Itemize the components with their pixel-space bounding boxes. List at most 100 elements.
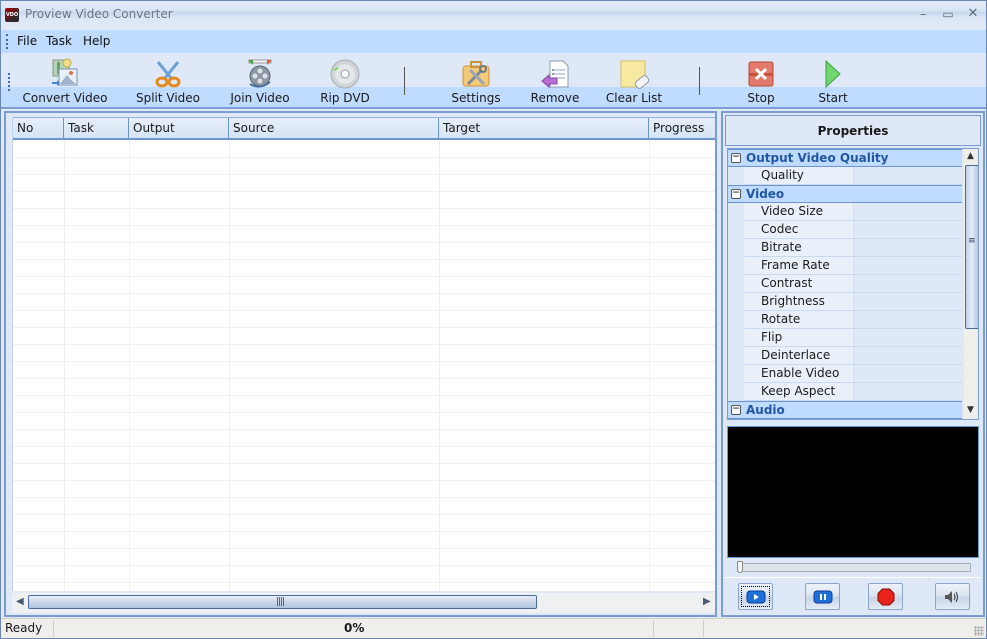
- toolbar-grip-handle[interactable]: [8, 73, 10, 91]
- scroll-down-arrow-icon[interactable]: ▼: [967, 405, 974, 415]
- scroll-right-arrow-icon[interactable]: ▶: [703, 596, 711, 607]
- split-video-button[interactable]: Split Video: [131, 55, 205, 105]
- horizontal-scrollbar[interactable]: ◀ |||| ▶: [12, 593, 715, 613]
- property-row[interactable]: Bitrate: [744, 239, 962, 257]
- speaker-icon: [944, 590, 958, 603]
- property-row[interactable]: Codec: [744, 221, 962, 239]
- status-bar: Ready 0%: [1, 618, 986, 638]
- column-header-no[interactable]: No: [13, 118, 64, 139]
- volume-button[interactable]: [935, 583, 970, 610]
- property-name: Quality: [744, 167, 854, 184]
- settings-tools-icon: [462, 61, 490, 87]
- grid-row-divider: [13, 480, 715, 481]
- start-button[interactable]: Start: [811, 55, 855, 105]
- stop-button[interactable]: Stop: [739, 55, 783, 105]
- close-button[interactable]: ✕: [963, 5, 983, 23]
- property-row[interactable]: Frame Rate: [744, 257, 962, 275]
- property-value[interactable]: [855, 167, 962, 184]
- convert-video-button[interactable]: Convert Video: [21, 55, 109, 105]
- grid-row-divider: [13, 157, 715, 158]
- player-stop-button[interactable]: [868, 583, 903, 610]
- rip-dvd-button[interactable]: Rip DVD: [315, 55, 375, 105]
- grid-row-divider: [13, 208, 715, 209]
- property-value[interactable]: [855, 329, 962, 346]
- seek-slider-track[interactable]: [737, 563, 971, 572]
- pause-button[interactable]: [805, 583, 840, 610]
- play-button[interactable]: [738, 583, 773, 610]
- grid-row-divider: [13, 582, 715, 583]
- maximize-button[interactable]: ▭: [938, 5, 958, 23]
- column-header-target[interactable]: Target: [439, 118, 649, 139]
- menubar-grip-handle[interactable]: [6, 34, 8, 49]
- property-value[interactable]: [855, 311, 962, 328]
- property-row[interactable]: Flip: [744, 329, 962, 347]
- scroll-up-arrow-icon[interactable]: ▲: [967, 151, 974, 161]
- property-value[interactable]: [855, 257, 962, 274]
- property-row[interactable]: Brightness: [744, 293, 962, 311]
- property-row[interactable]: Rotate: [744, 311, 962, 329]
- property-name: Bitrate: [744, 239, 854, 256]
- grid-row-divider: [13, 395, 715, 396]
- status-separator: [653, 620, 654, 637]
- collapse-toggle-icon[interactable]: −: [731, 405, 741, 415]
- grid-row-divider: [13, 225, 715, 226]
- property-row[interactable]: Deinterlace: [744, 347, 962, 365]
- collapse-toggle-icon[interactable]: −: [731, 153, 741, 163]
- remove-button[interactable]: Remove: [527, 55, 583, 105]
- properties-panel: Properties ▲ ≡ ▼ − Output Video Quality Qu…: [721, 111, 985, 617]
- column-header-output[interactable]: Output: [129, 118, 229, 139]
- settings-button[interactable]: Settings: [446, 55, 506, 105]
- column-header-progress[interactable]: Progress: [649, 118, 715, 139]
- app-logo-icon: VDO: [5, 8, 19, 22]
- properties-title: Properties: [725, 115, 981, 146]
- property-row[interactable]: Quality: [744, 167, 962, 185]
- title-bar: VDO Proview Video Converter – ▭ ✕: [1, 1, 986, 29]
- scroll-grip-icon: ≡: [968, 236, 976, 246]
- grid-row-divider: [13, 327, 715, 328]
- property-value[interactable]: [855, 203, 962, 220]
- property-row[interactable]: Enable Video: [744, 365, 962, 383]
- property-value[interactable]: [855, 365, 962, 382]
- toolbar: Convert Video Split Video Join Video Rip…: [1, 53, 986, 107]
- menu-help[interactable]: Help: [83, 34, 110, 48]
- property-value[interactable]: [855, 239, 962, 256]
- menu-file[interactable]: File: [17, 34, 37, 48]
- grid-row-divider: [13, 344, 715, 345]
- property-name: Video Size: [744, 203, 854, 220]
- horizontal-scroll-thumb[interactable]: ||||: [28, 595, 537, 609]
- column-header-source[interactable]: Source: [229, 118, 439, 139]
- property-vertical-scrollbar[interactable]: ▲ ≡ ▼: [964, 149, 978, 419]
- resize-grip-icon[interactable]: [974, 626, 984, 636]
- property-value[interactable]: [855, 293, 962, 310]
- property-name: Flip: [744, 329, 854, 346]
- property-row[interactable]: Contrast: [744, 275, 962, 293]
- property-value[interactable]: [855, 383, 962, 400]
- scroll-left-arrow-icon[interactable]: ◀: [16, 596, 24, 607]
- minimize-button[interactable]: –: [913, 5, 933, 23]
- property-value[interactable]: [855, 221, 962, 238]
- property-row[interactable]: Keep Aspect: [744, 383, 962, 401]
- property-value[interactable]: [855, 347, 962, 364]
- property-category[interactable]: − Audio: [728, 401, 962, 419]
- column-header-task[interactable]: Task: [64, 118, 129, 139]
- property-name: Contrast: [744, 275, 854, 292]
- stop-label: Stop: [747, 91, 775, 105]
- grid-row-divider: [13, 276, 715, 277]
- property-category[interactable]: − Output Video Quality: [728, 149, 962, 167]
- task-list-grid[interactable]: No Task Output Source Target Progress: [12, 117, 715, 591]
- seek-slider-thumb[interactable]: [737, 561, 743, 573]
- property-value[interactable]: [855, 275, 962, 292]
- app-window: VDO Proview Video Converter – ▭ ✕ File T…: [0, 0, 987, 639]
- property-row[interactable]: Video Size: [744, 203, 962, 221]
- clear-list-button[interactable]: Clear List: [601, 55, 667, 105]
- menu-task[interactable]: Task: [46, 34, 72, 48]
- grid-row-divider: [13, 259, 715, 260]
- convert-video-label: Convert Video: [22, 91, 108, 105]
- grid-row-divider: [13, 242, 715, 243]
- join-video-button[interactable]: Join Video: [225, 55, 295, 105]
- property-category[interactable]: − Video: [728, 185, 962, 203]
- property-scroll-thumb[interactable]: ≡: [965, 165, 978, 329]
- collapse-toggle-icon[interactable]: −: [731, 189, 741, 199]
- stop-octagon-icon: [877, 588, 894, 605]
- start-label: Start: [818, 91, 848, 105]
